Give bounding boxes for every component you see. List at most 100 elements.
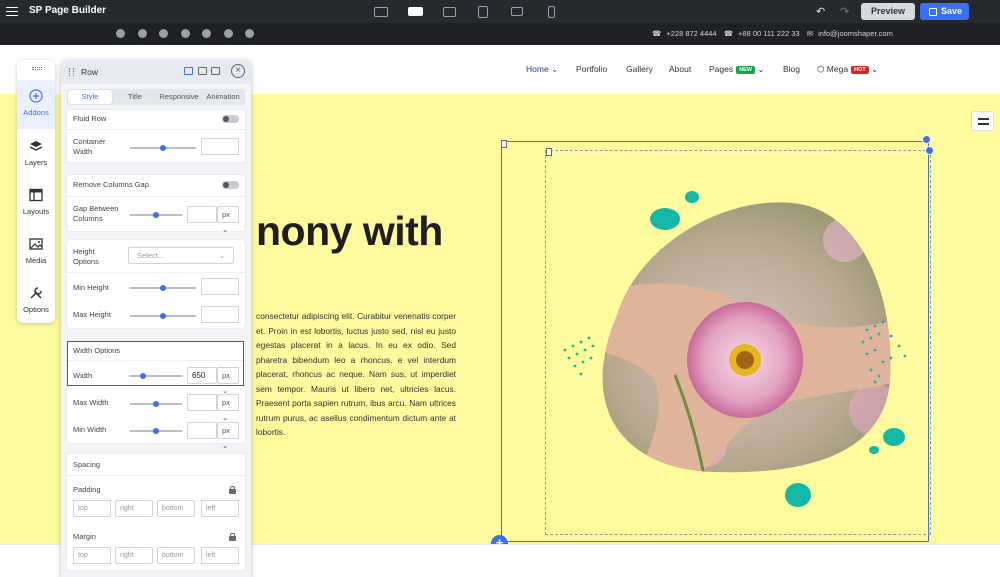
- drag-handle-icon[interactable]: [69, 68, 74, 76]
- hero-heading[interactable]: nony with: [256, 208, 443, 255]
- save-button[interactable]: Save: [920, 3, 969, 20]
- nav-pages[interactable]: Pages NEW ⌄: [709, 64, 764, 75]
- tablet-landscape-button[interactable]: [433, 4, 465, 19]
- phone-1[interactable]: +228 872 4444: [666, 29, 716, 38]
- desktop-button[interactable]: [365, 4, 397, 19]
- phone-2[interactable]: +88 00 111 222 33: [738, 29, 800, 38]
- columns-gap-group: Remove Columns Gap Gap Between Columns p…: [67, 175, 245, 234]
- gap-slider-handle[interactable]: [153, 211, 159, 218]
- width-options-highlight: [67, 341, 244, 386]
- laptop-icon: [407, 7, 423, 16]
- redo-icon[interactable]: ↷: [840, 5, 849, 18]
- tablet-wide-button[interactable]: [501, 4, 533, 19]
- sidebar-item-layers[interactable]: Layers: [17, 130, 55, 179]
- min-width-slider-handle[interactable]: [153, 427, 159, 434]
- addon-handle-icon[interactable]: [546, 148, 552, 156]
- tab-style[interactable]: Style: [68, 90, 112, 104]
- instagram-icon[interactable]: [223, 29, 233, 38]
- facebook-icon[interactable]: [116, 29, 125, 38]
- flickr-icon[interactable]: [245, 29, 254, 38]
- padding-top-input[interactable]: top: [73, 500, 111, 517]
- fluid-row-group: Fluid Row Container Width: [67, 110, 245, 162]
- dock-left-icon[interactable]: [198, 67, 207, 75]
- cube-icon: ⬡: [817, 64, 825, 74]
- desktop-icon: [374, 6, 388, 17]
- height-options-label: Height Options: [73, 247, 99, 266]
- container-width-slider-handle[interactable]: [160, 144, 166, 151]
- pinterest-icon[interactable]: [159, 29, 168, 38]
- mail-icon: ✉: [806, 29, 814, 38]
- mobile-button[interactable]: [535, 4, 567, 19]
- chevron-down-icon: ⌄: [871, 64, 879, 74]
- container-width-input[interactable]: [201, 138, 239, 155]
- nav-mega[interactable]: ⬡ Mega HOT ⌄: [817, 64, 878, 75]
- padding-left-input[interactable]: left: [201, 500, 239, 517]
- height-options-select[interactable]: Select... ⌄: [128, 247, 234, 264]
- preview-button[interactable]: Preview: [861, 3, 915, 20]
- max-height-slider-handle[interactable]: [160, 312, 166, 319]
- sidebar-item-layouts[interactable]: Layouts: [17, 179, 55, 228]
- youtube-icon[interactable]: [180, 29, 190, 38]
- fluid-row-toggle[interactable]: [222, 115, 239, 123]
- copy-icon[interactable]: [184, 67, 193, 75]
- undo-icon[interactable]: ↶: [816, 5, 825, 18]
- tablet-button[interactable]: [467, 4, 499, 19]
- device-switcher: [365, 4, 569, 19]
- margin-right-input[interactable]: right: [115, 547, 153, 564]
- margin-top-input[interactable]: top: [73, 547, 111, 564]
- padding-bottom-input[interactable]: bottom: [157, 500, 195, 517]
- max-height-input[interactable]: [201, 306, 239, 323]
- hot-badge: HOT: [851, 66, 869, 74]
- column-options-icon[interactable]: [922, 135, 931, 144]
- mobile-icon: [547, 5, 555, 18]
- hero-image[interactable]: [545, 180, 925, 520]
- tab-title[interactable]: Title: [113, 89, 157, 105]
- min-width-unit-select[interactable]: px ⌄: [217, 422, 239, 450]
- settings-sliders-icon[interactable]: [971, 111, 994, 131]
- max-width-input[interactable]: [187, 394, 217, 411]
- tab-animation[interactable]: Animation: [201, 89, 245, 105]
- max-width-unit-select[interactable]: px ⌄: [217, 394, 239, 422]
- addon-options-icon[interactable]: [925, 146, 934, 155]
- lock-icon[interactable]: [229, 532, 236, 541]
- linkedin-icon[interactable]: [202, 29, 211, 38]
- tablet-wide-icon: [511, 7, 523, 16]
- min-width-input[interactable]: [187, 422, 217, 439]
- nav-gallery[interactable]: Gallery: [626, 64, 653, 74]
- close-button[interactable]: ×: [231, 64, 245, 78]
- drag-handle-icon[interactable]: [32, 67, 42, 70]
- tab-responsive[interactable]: Responsive: [157, 89, 201, 105]
- nav-about[interactable]: About: [669, 64, 691, 74]
- min-height-input[interactable]: [201, 278, 239, 295]
- max-width-slider-handle[interactable]: [153, 400, 159, 407]
- gap-unit-select[interactable]: px ⌄: [217, 206, 239, 234]
- chevron-down-icon: ⌄: [222, 413, 229, 422]
- dock-right-icon[interactable]: [211, 67, 220, 75]
- min-height-slider-handle[interactable]: [160, 284, 166, 291]
- lock-icon[interactable]: [229, 485, 236, 494]
- hero-paragraph[interactable]: consectetur adipiscing elit. Curabitur v…: [256, 309, 456, 440]
- sidebar-item-media[interactable]: Media: [17, 228, 55, 277]
- gap-input[interactable]: [187, 206, 217, 223]
- padding-right-input[interactable]: right: [115, 500, 153, 517]
- sidebar-item-addons[interactable]: Addons: [17, 80, 55, 129]
- nav-portfolio[interactable]: Portfolio: [576, 64, 607, 74]
- menu-icon[interactable]: [6, 7, 18, 16]
- twitter-icon[interactable]: [137, 29, 147, 38]
- tablet-icon: [478, 5, 488, 18]
- margin-bottom-input[interactable]: bottom: [157, 547, 195, 564]
- margin-left-input[interactable]: left: [201, 547, 239, 564]
- column-handle-icon[interactable]: [501, 140, 507, 148]
- panel-title: Row: [81, 67, 99, 77]
- tablet-landscape-icon: [442, 6, 456, 17]
- padding-label: Padding: [73, 485, 101, 494]
- email-link[interactable]: info@joomshaper.com: [818, 29, 893, 38]
- nav-blog[interactable]: Blog: [783, 64, 800, 74]
- container-width-label: Container Width: [73, 137, 106, 156]
- sidebar-item-options[interactable]: Options: [17, 277, 55, 326]
- laptop-button[interactable]: [399, 4, 431, 19]
- nav-home[interactable]: Home ⌄: [526, 64, 558, 75]
- max-width-label: Max Width: [73, 398, 109, 407]
- remove-gap-toggle[interactable]: [222, 181, 239, 189]
- max-height-label: Max Height: [73, 310, 111, 319]
